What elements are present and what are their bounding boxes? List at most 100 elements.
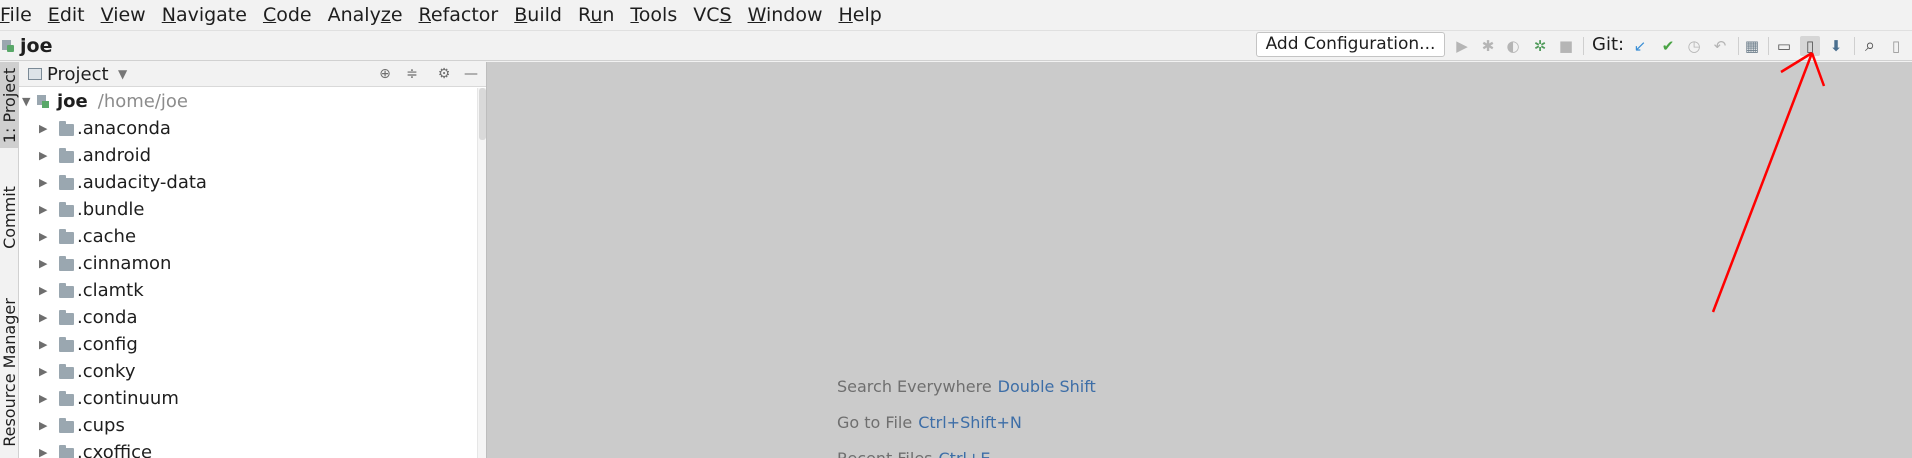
tree-folder-label: .config: [77, 334, 138, 355]
tree-folder-label: .cache: [77, 226, 137, 247]
tool-window-resource-manager-tab[interactable]: Resource Manager: [0, 287, 19, 457]
stop-icon[interactable]: ■: [1556, 36, 1576, 56]
chevron-right-icon[interactable]: ▶: [39, 338, 47, 351]
tree-folder-row[interactable]: ▶ .android: [19, 142, 477, 169]
avd-manager-icon[interactable]: ▯: [1800, 36, 1820, 56]
menu-item[interactable]: Run: [570, 0, 622, 31]
menu-item[interactable]: File: [0, 0, 40, 31]
account-icon[interactable]: ▯: [1886, 36, 1906, 56]
menu-bar: File Edit View Navigate Code Analyze Refactor B…: [0, 0, 1912, 31]
locate-icon[interactable]: ⊕: [376, 65, 394, 83]
tree-folder-label: .audacity-data: [77, 172, 207, 193]
folder-icon: [59, 283, 74, 298]
menu-item[interactable]: Analyze: [320, 0, 411, 31]
chevron-right-icon[interactable]: ▶: [39, 176, 47, 189]
search-icon[interactable]: ⌕: [1860, 36, 1880, 56]
chevron-right-icon[interactable]: ▶: [39, 392, 47, 405]
tool-window-commit-tab[interactable]: Commit: [0, 181, 19, 253]
chevron-right-icon[interactable]: ▶: [39, 230, 47, 243]
hint-go-to-file: Go to File Ctrl+Shift+N: [837, 413, 1022, 432]
project-panel: Project ▼ ⊕ ≑ ⚙ — ▼ joe/home/joe ▶ .anaco…: [19, 62, 486, 458]
chevron-down-icon[interactable]: ▼: [118, 64, 127, 85]
menu-item[interactable]: Code: [255, 0, 320, 31]
project-panel-title[interactable]: Project: [47, 62, 109, 87]
hint-shortcut: Double Shift: [997, 377, 1096, 396]
scrollbar-thumb[interactable]: [479, 88, 486, 140]
vcs-rollback-icon[interactable]: ↶: [1710, 36, 1730, 56]
tree-folder-row[interactable]: ▶ .continuum: [19, 385, 477, 412]
root-path: /home/joe: [97, 91, 188, 112]
folder-icon: [59, 364, 74, 379]
toolbar-separator: [1768, 37, 1769, 55]
folder-icon: [59, 256, 74, 271]
run-icon[interactable]: ▶: [1452, 36, 1472, 56]
hide-panel-icon[interactable]: —: [462, 65, 480, 83]
chevron-right-icon[interactable]: ▶: [39, 257, 47, 270]
menu-item[interactable]: Edit: [40, 0, 93, 31]
menu-item[interactable]: Help: [830, 0, 889, 31]
chevron-right-icon[interactable]: ▶: [39, 149, 47, 162]
coverage-icon[interactable]: ◐: [1503, 36, 1523, 56]
tree-folder-row[interactable]: ▶ .cinnamon: [19, 250, 477, 277]
folder-icon: [59, 310, 74, 325]
hint-search-everywhere: Search Everywhere Double Shift: [837, 377, 1096, 396]
tree-folder-row[interactable]: ▶ .audacity-data: [19, 169, 477, 196]
tree-folder-row[interactable]: ▶ .cxoffice: [19, 439, 477, 458]
sdk-manager-icon[interactable]: ⬇: [1826, 36, 1846, 56]
vcs-commit-icon[interactable]: ✔: [1658, 36, 1678, 56]
tree-folder-row[interactable]: ▶ .config: [19, 331, 477, 358]
chevron-right-icon[interactable]: ▶: [39, 203, 47, 216]
tool-window-project-label: 1: Project: [0, 67, 19, 143]
module-icon: [37, 95, 51, 109]
folder-icon: [59, 202, 74, 217]
project-structure-icon[interactable]: ▦: [1742, 36, 1762, 56]
tree-folder-row[interactable]: ▶ .conky: [19, 358, 477, 385]
menu-item[interactable]: Refactor: [411, 0, 507, 31]
hint-action: Recent Files: [837, 449, 933, 458]
menu-item[interactable]: View: [93, 0, 154, 31]
chevron-down-icon[interactable]: ▼: [22, 95, 30, 108]
tree-folder-label: .cups: [77, 415, 125, 436]
profile-icon[interactable]: ✲: [1530, 36, 1550, 56]
terminal-icon[interactable]: ▭: [1774, 36, 1794, 56]
vcs-update-icon[interactable]: ↙: [1630, 36, 1650, 56]
folder-icon: [59, 445, 74, 458]
gear-icon[interactable]: ⚙: [435, 65, 453, 83]
tree-folder-label: .conda: [77, 307, 138, 328]
add-configuration-button[interactable]: Add Configuration...: [1256, 32, 1445, 57]
tree-scrollbar[interactable]: [477, 88, 486, 458]
left-tool-stripe: 1: Project Commit Resource Manager: [0, 62, 19, 458]
menu-item[interactable]: Build: [506, 0, 570, 31]
folder-icon: [59, 391, 74, 406]
debug-icon[interactable]: ✱: [1478, 36, 1498, 56]
chevron-right-icon[interactable]: ▶: [39, 365, 47, 378]
tree-folder-row[interactable]: ▶ .bundle: [19, 196, 477, 223]
editor-empty-area: Search Everywhere Double Shift Go to File…: [486, 62, 1912, 458]
chevron-right-icon[interactable]: ▶: [39, 419, 47, 432]
chevron-right-icon[interactable]: ▶: [39, 311, 47, 324]
tree-folder-row[interactable]: ▶ .cache: [19, 223, 477, 250]
chevron-right-icon[interactable]: ▶: [39, 284, 47, 297]
tree-folder-label: .continuum: [77, 388, 179, 409]
menu-item[interactable]: Navigate: [154, 0, 255, 31]
folder-icon: [59, 418, 74, 433]
menu-item[interactable]: VCS: [685, 0, 739, 31]
tree-folder-row[interactable]: ▶ .cups: [19, 412, 477, 439]
breadcrumb[interactable]: joe: [0, 31, 52, 61]
toolbar-separator: [1583, 37, 1584, 55]
tree-root-row[interactable]: ▼ joe/home/joe: [19, 88, 477, 115]
chevron-right-icon[interactable]: ▶: [39, 446, 47, 458]
tree-folder-row[interactable]: ▶ .clamtk: [19, 277, 477, 304]
vcs-history-icon[interactable]: ◷: [1684, 36, 1704, 56]
menu-item[interactable]: Window: [740, 0, 831, 31]
tree-folder-label: .conky: [77, 361, 136, 382]
tree-folder-row[interactable]: ▶ .conda: [19, 304, 477, 331]
menu-item[interactable]: Tools: [622, 0, 685, 31]
collapse-all-icon[interactable]: ≑: [403, 65, 421, 83]
toolbar-separator: [1738, 37, 1739, 55]
chevron-right-icon[interactable]: ▶: [39, 122, 47, 135]
hint-recent-files: Recent Files Ctrl+E: [837, 449, 990, 458]
tool-window-project-tab[interactable]: 1: Project: [0, 62, 19, 148]
tree-root-label: joe/home/joe: [57, 91, 188, 112]
tree-folder-row[interactable]: ▶ .anaconda: [19, 115, 477, 142]
